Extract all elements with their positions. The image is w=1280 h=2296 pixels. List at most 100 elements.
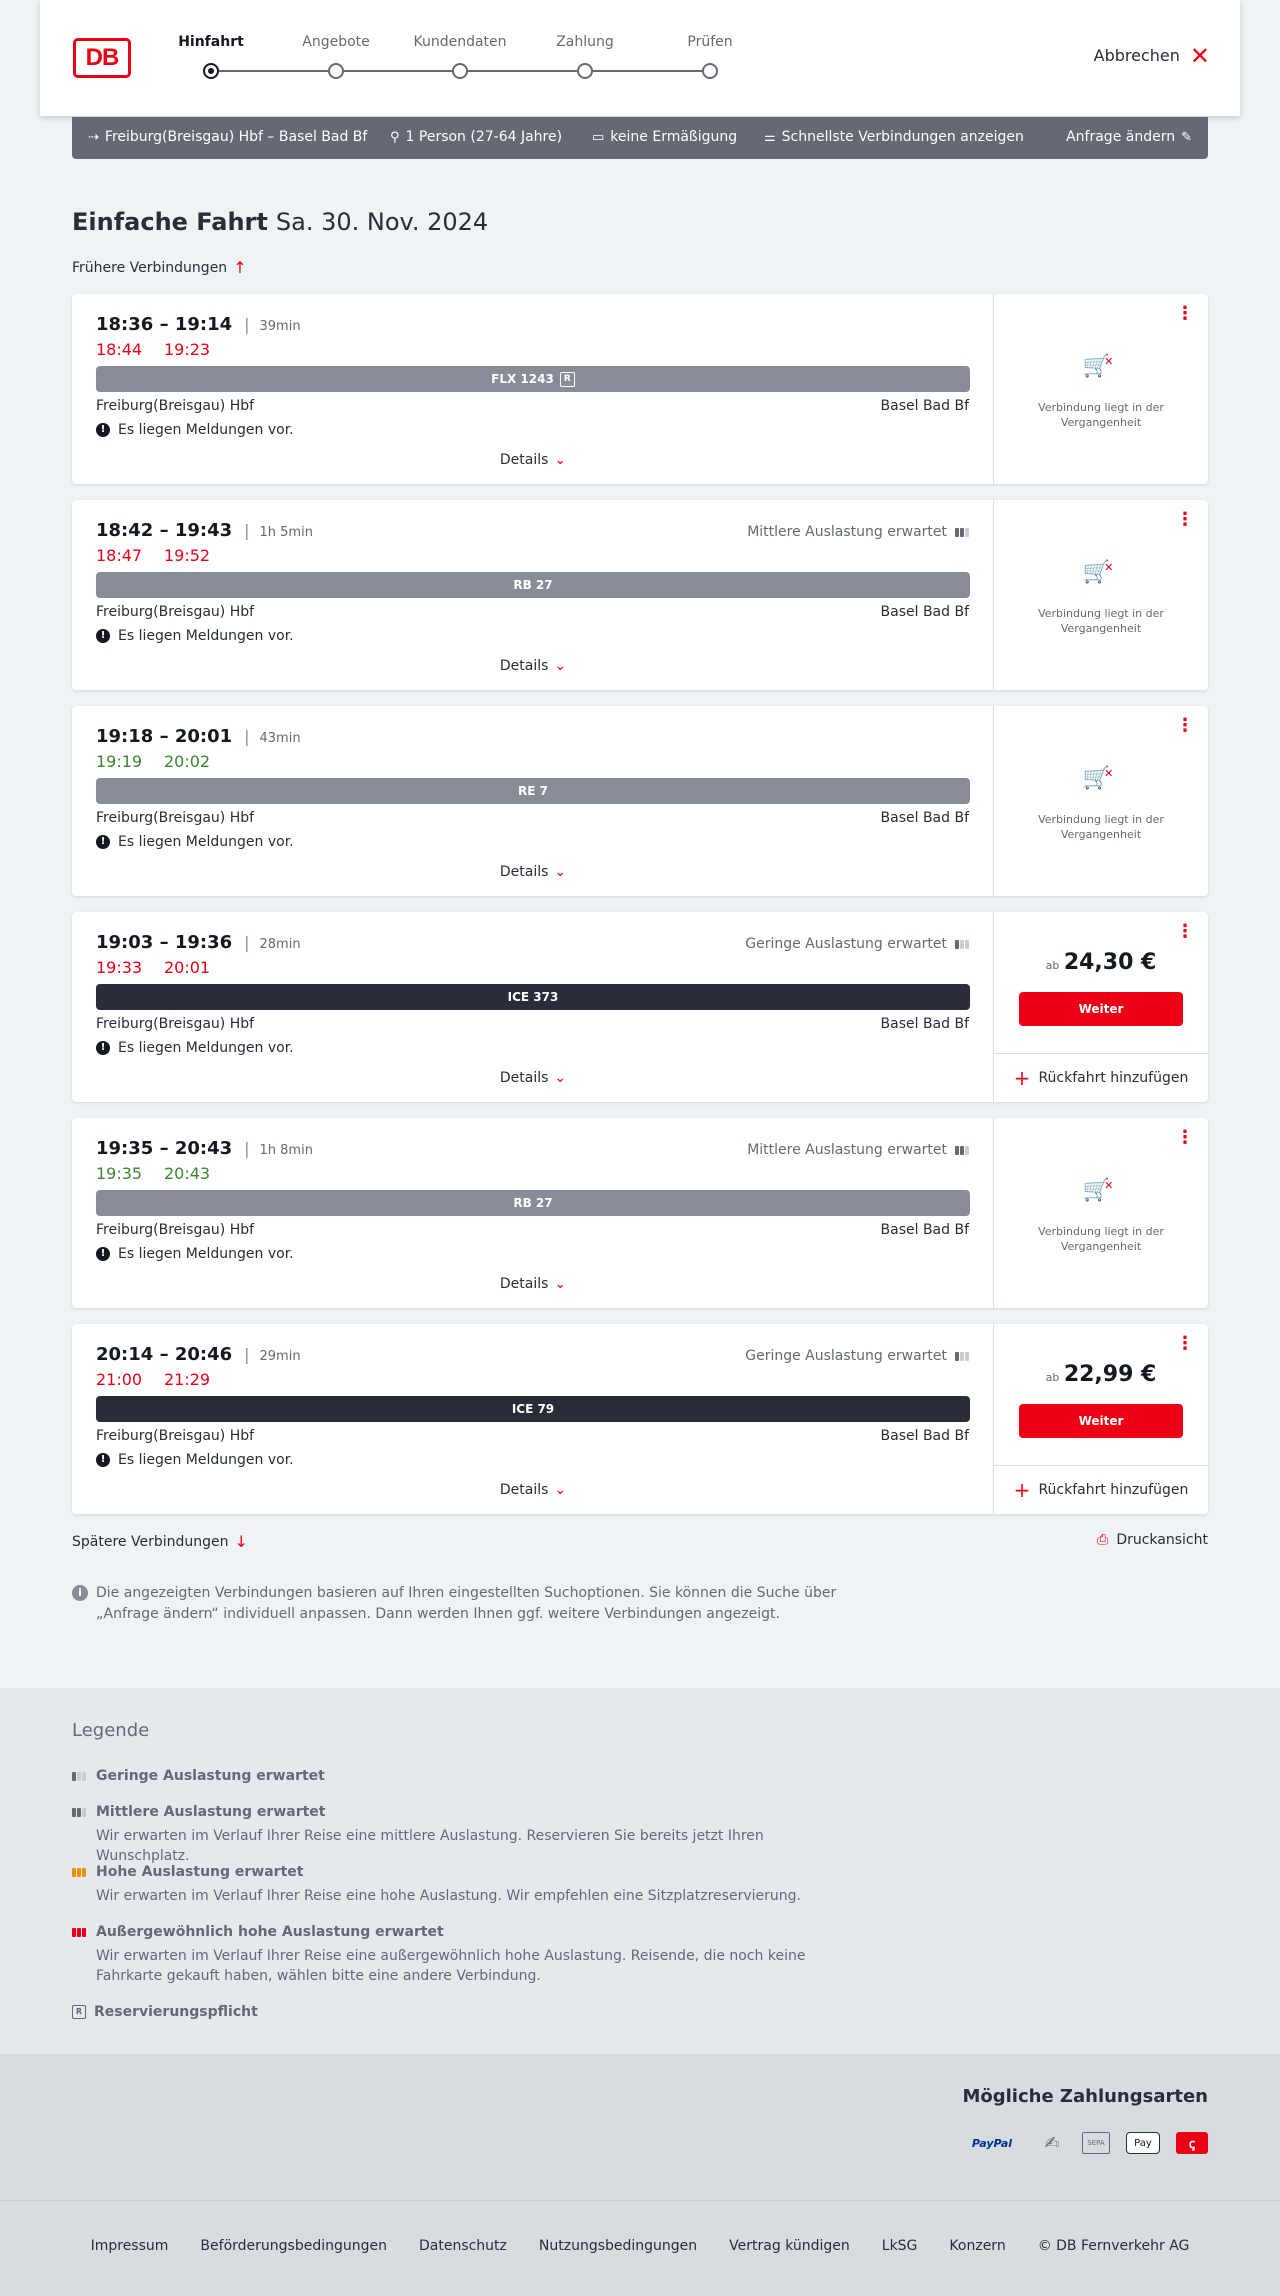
time-range: 19:18 – 20:01 bbox=[96, 726, 233, 747]
offer-panel: ⋮ 🛒✕ Verbindung liegt in der Vergangenhe… bbox=[994, 500, 1208, 690]
printer-icon: ⎙ bbox=[1097, 1532, 1109, 1548]
step-dot-kundendaten bbox=[452, 63, 468, 79]
duration: 29min bbox=[259, 1349, 301, 1364]
low-occupancy-icon bbox=[955, 1351, 969, 1361]
medium-occupancy-icon bbox=[955, 1145, 969, 1155]
more-options-icon[interactable]: ⋮ bbox=[1176, 305, 1194, 323]
train-segment[interactable]: FLX 1243 R bbox=[96, 366, 970, 392]
details-label: Details bbox=[499, 1276, 549, 1292]
change-request-button[interactable]: Anfrage ändern ✎ bbox=[1066, 129, 1192, 145]
legend-title: Legende bbox=[72, 1720, 150, 1741]
train-segment[interactable]: RE 7 bbox=[96, 778, 970, 804]
discount-summary[interactable]: ▭ keine Ermäßigung bbox=[592, 129, 737, 145]
card-icon: ▭ bbox=[592, 129, 605, 145]
realtime-departure: 18:44 bbox=[96, 340, 143, 359]
price-value: 24,30 € bbox=[1063, 950, 1157, 975]
earlier-connections-link[interactable]: Frühere Verbindungen ↑ bbox=[72, 258, 247, 277]
train-segment[interactable]: ICE 373 bbox=[96, 984, 970, 1010]
fastest-connections-toggle[interactable]: ⚌ Schnellste Verbindungen anzeigen bbox=[764, 129, 1024, 145]
footer-link-impressum[interactable]: Impressum bbox=[91, 2238, 169, 2254]
fastest-text: Schnellste Verbindungen anzeigen bbox=[781, 129, 1024, 145]
add-return-trip-button[interactable]: + Rückfahrt hinzufügen bbox=[994, 1053, 1208, 1102]
step-dot-hinfahrt bbox=[203, 63, 219, 79]
payment-title: Mögliche Zahlungsarten bbox=[962, 2086, 1208, 2107]
time-range: 18:42 – 19:43 bbox=[96, 520, 233, 541]
details-toggle[interactable]: Details ⌄ bbox=[72, 1276, 994, 1292]
train-segment[interactable]: RB 27 bbox=[96, 572, 970, 598]
more-options-icon[interactable]: ⋮ bbox=[1176, 1129, 1194, 1147]
alert-icon: ! bbox=[96, 629, 110, 643]
continue-button[interactable]: Weiter bbox=[1019, 1404, 1183, 1438]
footer-link-datenschutz[interactable]: Datenschutz bbox=[419, 2238, 507, 2254]
footer-link-lksg[interactable]: LkSG bbox=[882, 2238, 918, 2254]
more-options-icon[interactable]: ⋮ bbox=[1176, 511, 1194, 529]
more-options-icon[interactable]: ⋮ bbox=[1176, 717, 1194, 735]
trip-date: Sa. 30. Nov. 2024 bbox=[275, 208, 489, 236]
notice-text: Es liegen Meldungen vor. bbox=[118, 834, 294, 850]
route-summary[interactable]: ⇢ Freiburg(Breisgau) Hbf – Basel Bad Bf bbox=[88, 129, 367, 145]
scheduled-times: 18:36 – 19:14 | 39min bbox=[96, 314, 301, 335]
departure-station: Freiburg(Breisgau) Hbf bbox=[96, 604, 255, 620]
past-connection-note: Verbindung liegt in der Vergangenheit bbox=[1038, 607, 1164, 635]
scheduled-times: 18:42 – 19:43 | 1h 5min bbox=[96, 520, 313, 541]
chevron-down-icon: ⌄ bbox=[554, 1276, 567, 1292]
details-toggle[interactable]: Details ⌄ bbox=[72, 452, 994, 468]
add-return-trip-button[interactable]: + Rückfahrt hinzufügen bbox=[994, 1465, 1208, 1514]
cancel-button[interactable]: Abbrechen ✕ bbox=[1094, 44, 1210, 68]
apple-pay-icon: Pay bbox=[1126, 2132, 1160, 2154]
arrow-right-icon: ⇢ bbox=[88, 129, 99, 145]
more-options-icon[interactable]: ⋮ bbox=[1176, 1335, 1194, 1353]
step-dot-pruefen bbox=[702, 63, 718, 79]
train-segment[interactable]: RB 27 bbox=[96, 1190, 970, 1216]
notice-text: Es liegen Meldungen vor. bbox=[118, 1040, 294, 1056]
details-label: Details bbox=[499, 1482, 549, 1498]
notice[interactable]: ! Es liegen Meldungen vor. bbox=[96, 1452, 294, 1468]
legend-item-title: Mittlere Auslastung erwartet bbox=[96, 1804, 326, 1820]
arrival-station: Basel Bad Bf bbox=[880, 1428, 969, 1444]
trip-type: Einfache Fahrt bbox=[72, 208, 268, 236]
duration: 28min bbox=[259, 937, 301, 952]
notice[interactable]: ! Es liegen Meldungen vor. bbox=[96, 834, 294, 850]
alert-icon: ! bbox=[96, 1453, 110, 1467]
page-title: Einfache Fahrt Sa. 30. Nov. 2024 bbox=[72, 208, 488, 236]
passenger-text: 1 Person (27-64 Jahre) bbox=[405, 129, 563, 145]
occupancy-indicator: Geringe Auslastung erwartet bbox=[745, 936, 969, 952]
footer-link-konzern[interactable]: Konzern bbox=[949, 2238, 1005, 2254]
train-segment[interactable]: ICE 79 bbox=[96, 1396, 970, 1422]
notice[interactable]: ! Es liegen Meldungen vor. bbox=[96, 1246, 294, 1262]
details-toggle[interactable]: Details ⌄ bbox=[72, 864, 994, 880]
notice[interactable]: ! Es liegen Meldungen vor. bbox=[96, 422, 294, 438]
alert-icon: ! bbox=[96, 1041, 110, 1055]
low-occupancy-icon bbox=[72, 1771, 88, 1781]
train-name: FLX 1243 bbox=[491, 372, 554, 386]
step-label-hinfahrt: Hinfahrt bbox=[178, 34, 244, 50]
more-options-icon[interactable]: ⋮ bbox=[1176, 923, 1194, 941]
later-connections-link[interactable]: Spätere Verbindungen ↓ bbox=[72, 1532, 248, 1551]
progress-stepper: Hinfahrt Angebote Kundendaten Zahlung Pr… bbox=[40, 0, 840, 116]
realtime-arrival: 20:43 bbox=[164, 1164, 211, 1183]
print-view-button[interactable]: ⎙ Druckansicht bbox=[1097, 1532, 1208, 1548]
footer-link-vertrag-kuendigen[interactable]: Vertrag kündigen bbox=[729, 2238, 850, 2254]
train-name: RB 27 bbox=[513, 1196, 553, 1210]
connection-card: 20:14 – 20:46 | 29min 21:00 21:29 Gering… bbox=[72, 1324, 1208, 1514]
details-toggle[interactable]: Details ⌄ bbox=[72, 1070, 994, 1086]
notice[interactable]: ! Es liegen Meldungen vor. bbox=[96, 628, 294, 644]
notice[interactable]: ! Es liegen Meldungen vor. bbox=[96, 1040, 294, 1056]
departure-station: Freiburg(Breisgau) Hbf bbox=[96, 1428, 255, 1444]
add-return-trip-label: Rückfahrt hinzufügen bbox=[1038, 1070, 1189, 1086]
chevron-down-icon: ⌄ bbox=[554, 864, 567, 880]
step-label-zahlung: Zahlung bbox=[556, 34, 614, 50]
footer-link-befoerderungsbedingungen[interactable]: Beförderungsbedingungen bbox=[200, 2238, 387, 2254]
price-value: 22,99 € bbox=[1063, 1362, 1157, 1387]
time-range: 19:35 – 20:43 bbox=[96, 1138, 233, 1159]
filter-sliders-icon: ⚌ bbox=[764, 129, 776, 145]
connection-card: 18:36 – 19:14 | 39min 18:44 19:23 FLX 12… bbox=[72, 294, 1208, 484]
footer-link-nutzungsbedingungen[interactable]: Nutzungsbedingungen bbox=[539, 2238, 697, 2254]
connection-card: 19:03 – 19:36 | 28min 19:33 20:01 Gering… bbox=[72, 912, 1208, 1102]
details-toggle[interactable]: Details ⌄ bbox=[72, 1482, 994, 1498]
details-toggle[interactable]: Details ⌄ bbox=[72, 658, 994, 674]
time-range: 18:36 – 19:14 bbox=[96, 314, 233, 335]
passenger-summary[interactable]: ⚲ 1 Person (27-64 Jahre) bbox=[390, 129, 562, 145]
route-text: Freiburg(Breisgau) Hbf – Basel Bad Bf bbox=[104, 129, 368, 145]
continue-button[interactable]: Weiter bbox=[1019, 992, 1183, 1026]
